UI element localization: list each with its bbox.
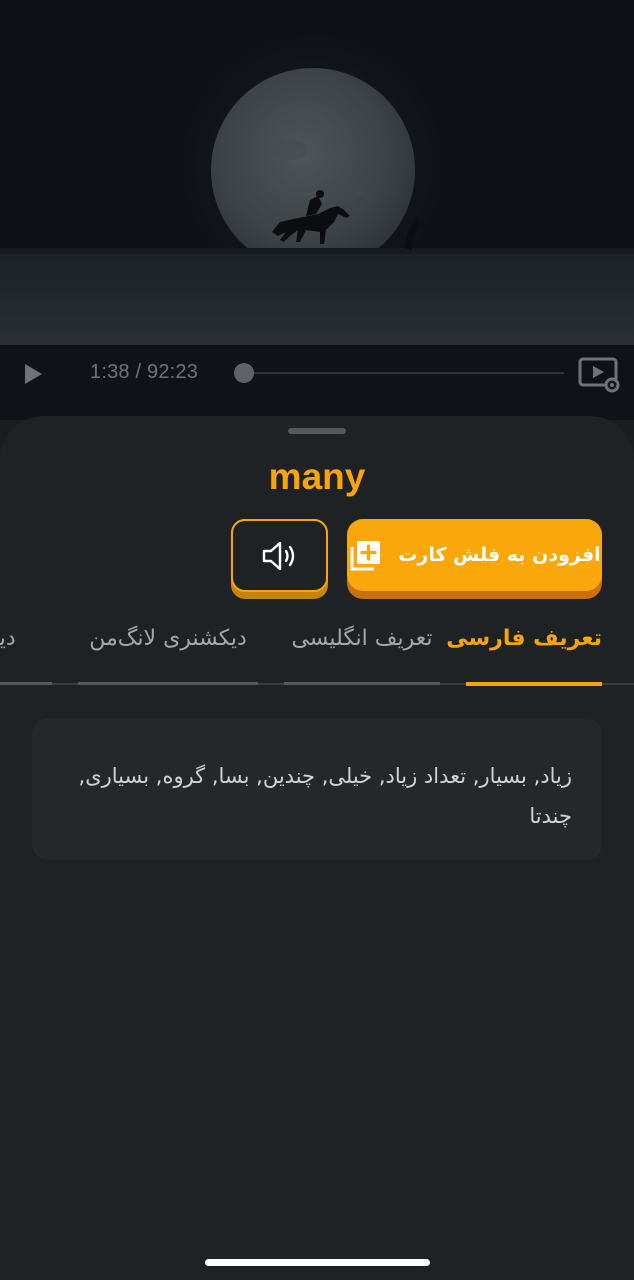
video-settings-button[interactable]	[578, 357, 622, 393]
tab-english-definition[interactable]: تعریف انگلیسی	[284, 626, 440, 686]
definition-tabs: تعریف فارسی تعریف انگلیسی دیکشنری لانگ‌م…	[0, 616, 634, 686]
tab-label: دیکشنری لانگ‌من	[89, 626, 247, 651]
tab-dictionary[interactable]: دیکشنری	[0, 626, 52, 686]
definition-card: زیاد, بسیار, تعداد زیاد, خیلی, چندین, بس…	[32, 718, 602, 860]
tab-persian-definition[interactable]: تعریف فارسی	[446, 626, 602, 686]
tab-longman-dictionary[interactable]: دیکشنری لانگ‌من	[78, 626, 258, 686]
add-cards-icon	[350, 541, 381, 571]
tab-label: تعریف فارسی	[446, 626, 602, 651]
speaker-icon	[262, 541, 294, 570]
play-icon	[25, 364, 42, 384]
add-to-flashcard-button[interactable]: افزودن به فلش کارت	[347, 519, 602, 599]
video-frame	[0, 0, 634, 345]
definition-text: زیاد, بسیار, تعداد زیاد, خیلی, چندین, بس…	[78, 764, 572, 828]
add-to-flashcard-label: افزودن به فلش کارت	[398, 544, 601, 566]
tab-indicator	[78, 682, 258, 685]
tab-label: تعریف انگلیسی	[291, 626, 433, 651]
sheet-drag-handle[interactable]	[288, 428, 346, 434]
seek-thumb[interactable]	[234, 363, 254, 383]
home-indicator[interactable]	[205, 1259, 430, 1266]
tab-indicator	[284, 682, 440, 685]
tab-indicator	[0, 682, 52, 685]
word-title: many	[268, 456, 366, 497]
word-sheet: many افزودن به فلش کارت تعریف فارسی تعری…	[0, 416, 634, 1280]
video-settings-icon	[578, 357, 620, 393]
pronounce-button[interactable]	[231, 519, 328, 599]
tab-indicator	[466, 682, 602, 686]
player-controls: 1:38 / 92:23	[0, 345, 634, 405]
play-button[interactable]	[20, 361, 46, 387]
video-player[interactable]: 1:38 / 92:23	[0, 0, 634, 420]
seek-bar[interactable]	[244, 372, 564, 374]
video-time: 1:38 / 92:23	[90, 361, 199, 383]
tab-label: دیکشنری	[0, 626, 16, 651]
